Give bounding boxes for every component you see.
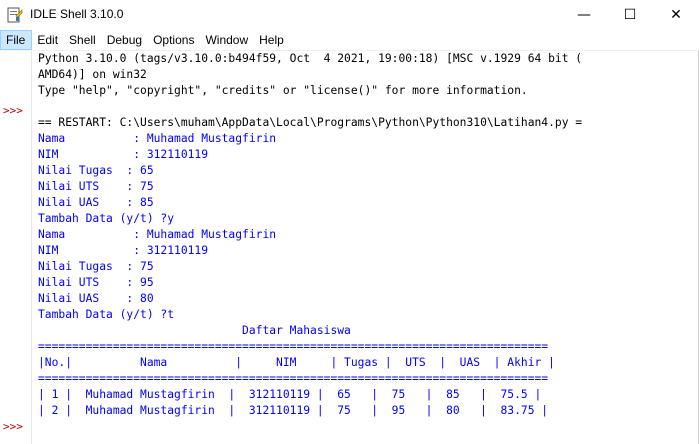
shell-line: Tambah Data (y/t) ?y [38,212,175,225]
shell-line: |No.| Nama | NIM | Tugas | UTS | UAS | A… [38,356,555,369]
shell-line: Nama : Muhamad Mustagfirin [38,132,277,145]
menu-bar: File Edit Shell Debug Options Window Hel… [0,30,699,50]
menu-options[interactable]: Options [148,30,200,50]
shell-line: Nama : Muhamad Mustagfirin [38,228,277,241]
maximize-button[interactable]: ☐ [607,0,653,30]
menu-debug[interactable]: Debug [102,30,148,50]
window-title: IDLE Shell 3.10.0 [30,7,124,21]
shell-line: | 1 | Muhamad Mustagfirin | 312110119 | … [38,388,542,401]
shell-line: == RESTART: C:\Users\muham\AppData\Local… [38,116,583,129]
shell-line: Tambah Data (y/t) ?t [38,308,175,321]
shell-prompt: >>> [3,104,23,117]
shell-line: Nilai UTS : 75 [38,180,154,193]
shell-line: Nilai UAS : 80 [38,292,154,305]
shell-line: NIM : 312110119 [38,148,209,161]
title-bar: IDLE Shell 3.10.0 — ☐ ✕ [0,0,699,30]
minimize-button[interactable]: — [561,0,607,30]
shell-line: NIM : 312110119 [38,244,209,257]
shell-line: Nilai Tugas : 65 [38,164,154,177]
menu-help[interactable]: Help [254,30,290,50]
shell-line: Python 3.10.0 (tags/v3.10.0:b494f59, Oct… [38,52,583,65]
shell-line: Nilai UTS : 95 [38,276,154,289]
menu-edit[interactable]: Edit [32,30,64,50]
close-button[interactable]: ✕ [653,0,699,30]
shell-line: | 2 | Muhamad Mustagfirin | 312110119 | … [38,404,549,417]
prompt-gutter: >>> >>> [0,51,32,444]
shell-output-area[interactable]: Python 3.10.0 (tags/v3.10.0:b494f59, Oct… [38,51,699,444]
shell-line: Nilai UAS : 85 [38,196,154,209]
shell-line: AMD64)] on win32 [38,68,147,81]
shell-line: Nilai Tugas : 75 [38,260,154,273]
menu-file[interactable]: File [0,30,33,50]
menu-shell[interactable]: Shell [64,30,102,50]
shell-line: ========================================… [38,340,549,353]
idle-app-icon [7,7,23,23]
shell-line: Type "help", "copyright", "credits" or "… [38,84,528,97]
shell-line: ========================================… [38,372,549,385]
menu-window[interactable]: Window [200,30,254,50]
shell-prompt: >>> [3,420,23,433]
shell-line: Daftar Mahasiswa [38,324,351,337]
